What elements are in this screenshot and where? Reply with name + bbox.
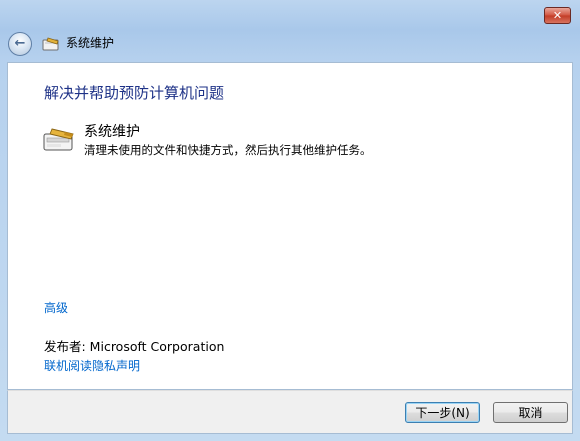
privacy-statement-link[interactable]: 联机阅读隐私声明 (44, 357, 140, 374)
maintenance-icon (42, 37, 59, 51)
task-title: 系统维护 (84, 124, 140, 140)
close-button[interactable]: ✕ (544, 7, 571, 24)
troubleshooter-window: ✕ ← 系统维护 解决并帮助预防计算机问题 系统维护 清理未使用的文件和快捷方式… (0, 0, 580, 441)
cancel-button[interactable]: 取消 (493, 402, 568, 423)
content-panel: 解决并帮助预防计算机问题 系统维护 清理未使用的文件和快捷方式，然后执行其他维护… (7, 62, 573, 390)
window-title: 系统维护 (66, 36, 115, 50)
maintenance-icon (43, 128, 74, 151)
advanced-link[interactable]: 高级 (44, 299, 68, 316)
next-button[interactable]: 下一步(N) (405, 402, 480, 423)
page-heading: 解决并帮助预防计算机问题 (44, 84, 225, 102)
publisher-text: 发布者: Microsoft Corporation (44, 339, 225, 354)
task-description: 清理未使用的文件和快捷方式，然后执行其他维护任务。 (84, 143, 372, 157)
footer-bar: 下一步(N) 取消 (7, 390, 573, 434)
close-icon: ✕ (552, 9, 563, 22)
back-button[interactable]: ← (8, 32, 32, 56)
back-arrow-icon: ← (14, 36, 26, 51)
